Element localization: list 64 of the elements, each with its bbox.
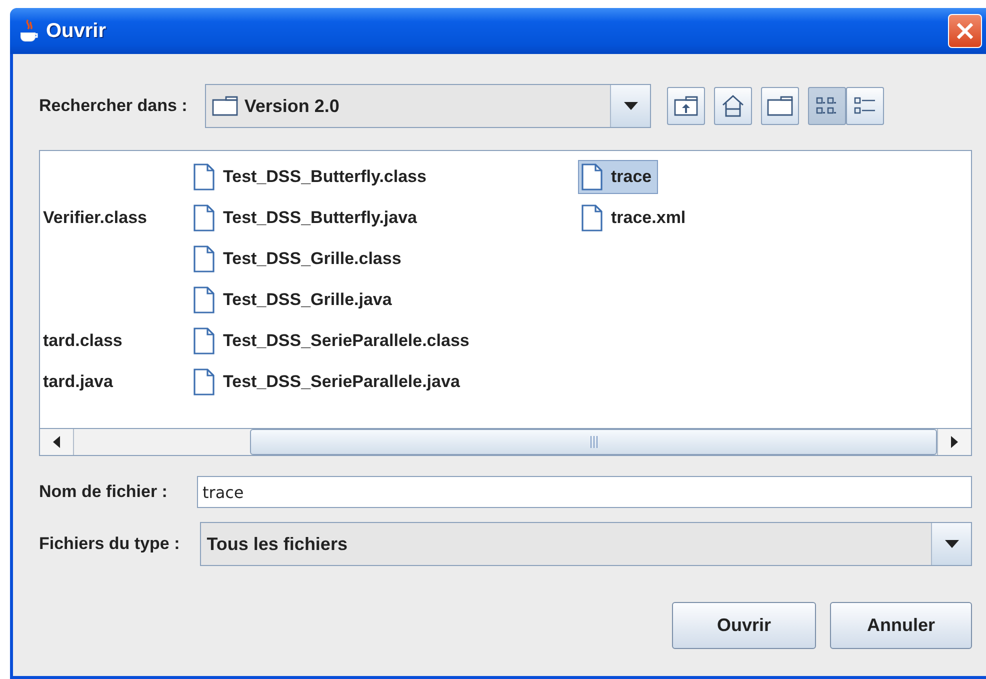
dropdown-arrow-button[interactable] xyxy=(931,523,971,565)
new-folder-icon xyxy=(767,96,794,116)
file-icon xyxy=(581,204,603,232)
horizontal-scrollbar[interactable] xyxy=(40,428,971,455)
file-item[interactable]: tard.java xyxy=(40,368,119,394)
file-name: Test_DSS_SerieParallele.java xyxy=(223,372,460,392)
file-name: Test_DSS_SerieParallele.class xyxy=(223,330,470,350)
file-icon xyxy=(193,326,215,354)
window-title: Ouvrir xyxy=(46,20,108,42)
list-button[interactable] xyxy=(808,87,846,125)
close-icon xyxy=(956,22,974,40)
caret-icon xyxy=(944,540,958,548)
close-button[interactable] xyxy=(948,14,982,48)
open-button[interactable]: Ouvrir xyxy=(672,602,816,649)
grip-icon xyxy=(590,436,598,448)
file-icon xyxy=(193,286,215,314)
home-icon xyxy=(721,94,746,118)
file-item[interactable]: trace xyxy=(578,160,658,194)
details-button[interactable] xyxy=(846,87,884,125)
file-icon xyxy=(193,204,215,232)
file-type-label: Fichiers du type : xyxy=(39,534,180,554)
cup-icon xyxy=(18,19,40,43)
file-item[interactable]: Test_DSS_SerieParallele.class xyxy=(190,324,476,358)
file-type-value: Tous les fichiers xyxy=(206,532,348,556)
file-name: Test_DSS_Grille.java xyxy=(223,290,392,310)
dropdown-arrow-button[interactable] xyxy=(610,85,650,127)
file-item[interactable]: Test_DSS_SerieParallele.java xyxy=(190,364,466,398)
file-item[interactable]: Verifier.class xyxy=(40,204,153,230)
up-button[interactable] xyxy=(667,87,706,125)
folder-up-icon xyxy=(674,96,698,116)
file-name: trace xyxy=(611,166,652,186)
caret-icon xyxy=(624,102,638,110)
file-icon xyxy=(581,162,603,190)
file-name-label: Nom de fichier : xyxy=(39,482,168,502)
file-name: tard.java xyxy=(43,372,113,392)
cancel-button[interactable]: Annuler xyxy=(830,602,972,649)
file-name: Test_DSS_Grille.class xyxy=(223,248,402,268)
left-arrow-icon xyxy=(53,436,60,448)
home-button[interactable] xyxy=(714,87,752,125)
file-icon xyxy=(193,162,215,190)
look-in-dropdown[interactable]: Version 2.0 xyxy=(205,84,652,128)
file-icon xyxy=(193,368,215,396)
file-name: Test_DSS_Butterfly.class xyxy=(223,166,426,186)
file-name: tard.class xyxy=(43,330,122,350)
folder-icon xyxy=(212,96,238,116)
file-type-dropdown[interactable]: Tous les fichiers xyxy=(200,522,972,566)
look-in-label: Rechercher dans : xyxy=(39,96,188,116)
file-icon xyxy=(193,244,215,272)
file-item[interactable]: Test_DSS_Butterfly.class xyxy=(190,160,432,194)
file-name: trace.xml xyxy=(611,208,686,228)
details-view-icon xyxy=(854,96,876,116)
file-name-field[interactable]: trace xyxy=(197,476,972,508)
folder-name: Version 2.0 xyxy=(244,96,340,116)
file-item[interactable]: Test_DSS_Butterfly.java xyxy=(190,200,423,234)
file-item[interactable]: Test_DSS_Grille.class xyxy=(190,242,408,276)
file-item[interactable]: trace.xml xyxy=(578,200,692,234)
new-folder-button[interactable] xyxy=(761,87,800,125)
list-view-icon xyxy=(816,96,838,116)
file-item[interactable]: Test_DSS_Grille.java xyxy=(190,282,398,316)
right-arrow-icon xyxy=(951,436,958,448)
file-name: Test_DSS_Butterfly.java xyxy=(223,208,417,228)
scroll-thumb[interactable] xyxy=(250,429,937,455)
file-item[interactable]: tard.class xyxy=(40,328,128,354)
file-name: Verifier.class xyxy=(43,208,147,228)
